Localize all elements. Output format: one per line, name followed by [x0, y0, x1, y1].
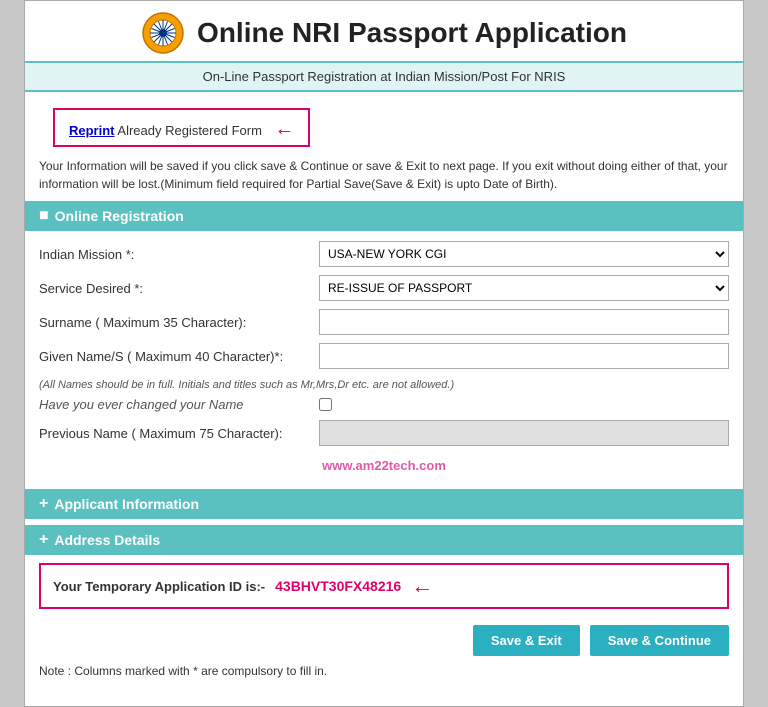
main-container: Online NRI Passport Application On-Line … — [24, 0, 744, 707]
given-name-input[interactable] — [319, 343, 729, 369]
reprint-wrapper: Reprint Already Registered Form ← — [25, 92, 743, 151]
arrow-right-icon: ← — [274, 118, 294, 141]
subheader-bar: On-Line Passport Registration at Indian … — [25, 61, 743, 92]
names-note: (All Names should be in full. Initials a… — [39, 377, 729, 397]
online-registration-title: Online Registration — [55, 208, 184, 224]
given-name-label: Given Name/S ( Maximum 40 Character)*: — [39, 349, 319, 364]
note-text: Columns marked with * are compulsory to … — [74, 664, 327, 678]
form-area: Indian Mission *: USA-NEW YORK CGI USA-C… — [25, 231, 743, 489]
save-continue-button[interactable]: Save & Continue — [590, 625, 729, 656]
surname-row: Surname ( Maximum 35 Character): — [39, 309, 729, 335]
reprint-section: Reprint Already Registered Form ← — [53, 108, 310, 147]
name-changed-row: Have you ever changed your Name — [39, 397, 729, 412]
app-id-arrow-icon: ← — [411, 573, 433, 599]
reprint-link[interactable]: Reprint — [69, 123, 115, 138]
india-emblem-icon — [141, 11, 185, 55]
indian-mission-label: Indian Mission *: — [39, 247, 319, 262]
name-changed-label: Have you ever changed your Name — [39, 397, 319, 412]
surname-input[interactable] — [319, 309, 729, 335]
service-desired-label: Service Desired *: — [39, 281, 319, 296]
subheader-text: On-Line Passport Registration at Indian … — [203, 69, 566, 84]
address-details-title: Address Details — [54, 532, 160, 548]
surname-label: Surname ( Maximum 35 Character): — [39, 315, 319, 330]
name-changed-checkbox[interactable] — [319, 398, 332, 411]
applicant-plus-icon: + — [39, 495, 48, 513]
service-desired-row: Service Desired *: RE-ISSUE OF PASSPORT … — [39, 275, 729, 301]
app-id-value: 43BHVT30FX48216 — [275, 578, 401, 594]
address-details-header: + Address Details — [25, 525, 743, 555]
previous-name-label: Previous Name ( Maximum 75 Character): — [39, 426, 319, 441]
buttons-row: Save & Exit Save & Continue — [25, 617, 743, 660]
page-title: Online NRI Passport Application — [197, 17, 627, 49]
reprint-form-label: Already Registered Form — [115, 123, 262, 138]
address-plus-icon: + — [39, 531, 48, 549]
applicant-info-title: Applicant Information — [54, 496, 199, 512]
watermark: www.am22tech.com — [39, 454, 729, 479]
previous-name-row: Previous Name ( Maximum 75 Character): — [39, 420, 729, 446]
service-desired-select[interactable]: RE-ISSUE OF PASSPORT FRESH PASSPORT MISC… — [319, 275, 729, 301]
section-icon: ■ — [39, 207, 49, 225]
app-id-section: Your Temporary Application ID is:- 43BHV… — [39, 563, 729, 609]
indian-mission-select[interactable]: USA-NEW YORK CGI USA-CHICAGO CGI USA-HOU… — [319, 241, 729, 267]
given-name-row: Given Name/S ( Maximum 40 Character)*: — [39, 343, 729, 369]
note-prefix: Note : — [39, 664, 74, 678]
online-registration-header: ■ Online Registration — [25, 201, 743, 231]
info-text: Your Information will be saved if you cl… — [25, 151, 743, 201]
indian-mission-row: Indian Mission *: USA-NEW YORK CGI USA-C… — [39, 241, 729, 267]
applicant-info-header: + Applicant Information — [25, 489, 743, 519]
note-bottom: Note : Columns marked with * are compuls… — [25, 660, 743, 686]
save-exit-button[interactable]: Save & Exit — [473, 625, 580, 656]
header: Online NRI Passport Application — [25, 1, 743, 61]
app-id-label: Your Temporary Application ID is:- — [53, 579, 265, 594]
previous-name-input[interactable] — [319, 420, 729, 446]
